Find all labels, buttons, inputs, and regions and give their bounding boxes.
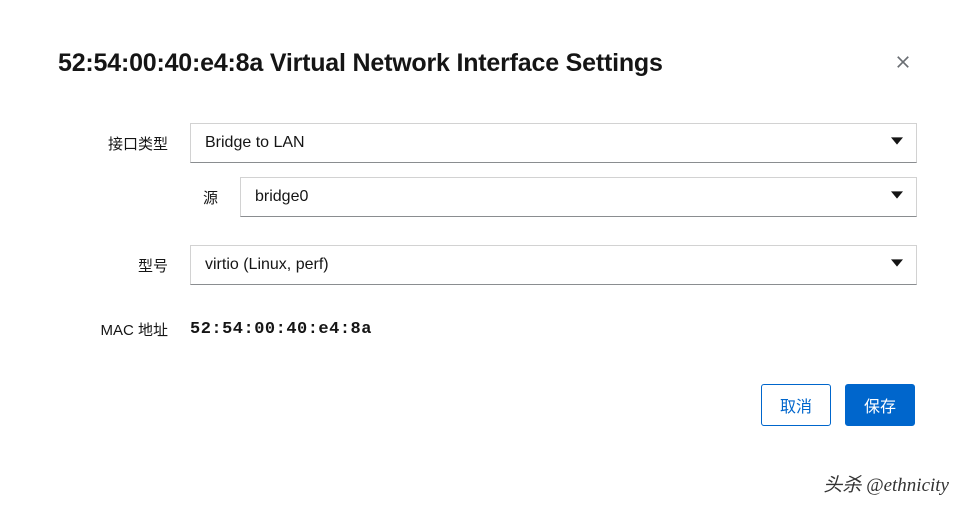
dialog-title: 52:54:00:40:e4:8a Virtual Network Interf… bbox=[58, 49, 663, 78]
dialog-header: 52:54:00:40:e4:8a Virtual Network Interf… bbox=[58, 48, 917, 79]
interface-type-select-wrapper: Bridge to LAN bbox=[190, 123, 917, 163]
source-value: bridge0 bbox=[255, 188, 308, 206]
source-label: 源 bbox=[58, 187, 240, 208]
source-row: 源 bridge0 bbox=[58, 177, 917, 217]
model-value: virtio (Linux, perf) bbox=[205, 256, 329, 274]
mac-value: 52:54:00:40:e4:8a bbox=[190, 320, 372, 339]
save-button[interactable]: 保存 bbox=[845, 384, 915, 426]
interface-type-row: 接口类型 Bridge to LAN bbox=[58, 123, 917, 163]
model-select[interactable]: virtio (Linux, perf) bbox=[190, 245, 917, 285]
dialog-footer: 取消 保存 bbox=[58, 384, 917, 426]
interface-type-label: 接口类型 bbox=[58, 133, 190, 154]
interface-type-value: Bridge to LAN bbox=[205, 134, 305, 152]
watermark-text: 头杀 @ethnicity bbox=[823, 470, 949, 497]
cancel-button[interactable]: 取消 bbox=[761, 384, 831, 426]
model-row: 型号 virtio (Linux, perf) bbox=[58, 245, 917, 285]
source-select-wrapper: bridge0 bbox=[240, 177, 917, 217]
interface-type-select[interactable]: Bridge to LAN bbox=[190, 123, 917, 163]
mac-label: MAC 地址 bbox=[58, 319, 190, 340]
model-label: 型号 bbox=[58, 255, 190, 276]
mac-row: MAC 地址 52:54:00:40:e4:8a bbox=[58, 319, 917, 340]
nic-settings-dialog: 52:54:00:40:e4:8a Virtual Network Interf… bbox=[0, 0, 975, 456]
source-select[interactable]: bridge0 bbox=[240, 177, 917, 217]
model-select-wrapper: virtio (Linux, perf) bbox=[190, 245, 917, 285]
close-icon bbox=[893, 52, 913, 75]
close-button[interactable] bbox=[889, 48, 917, 79]
